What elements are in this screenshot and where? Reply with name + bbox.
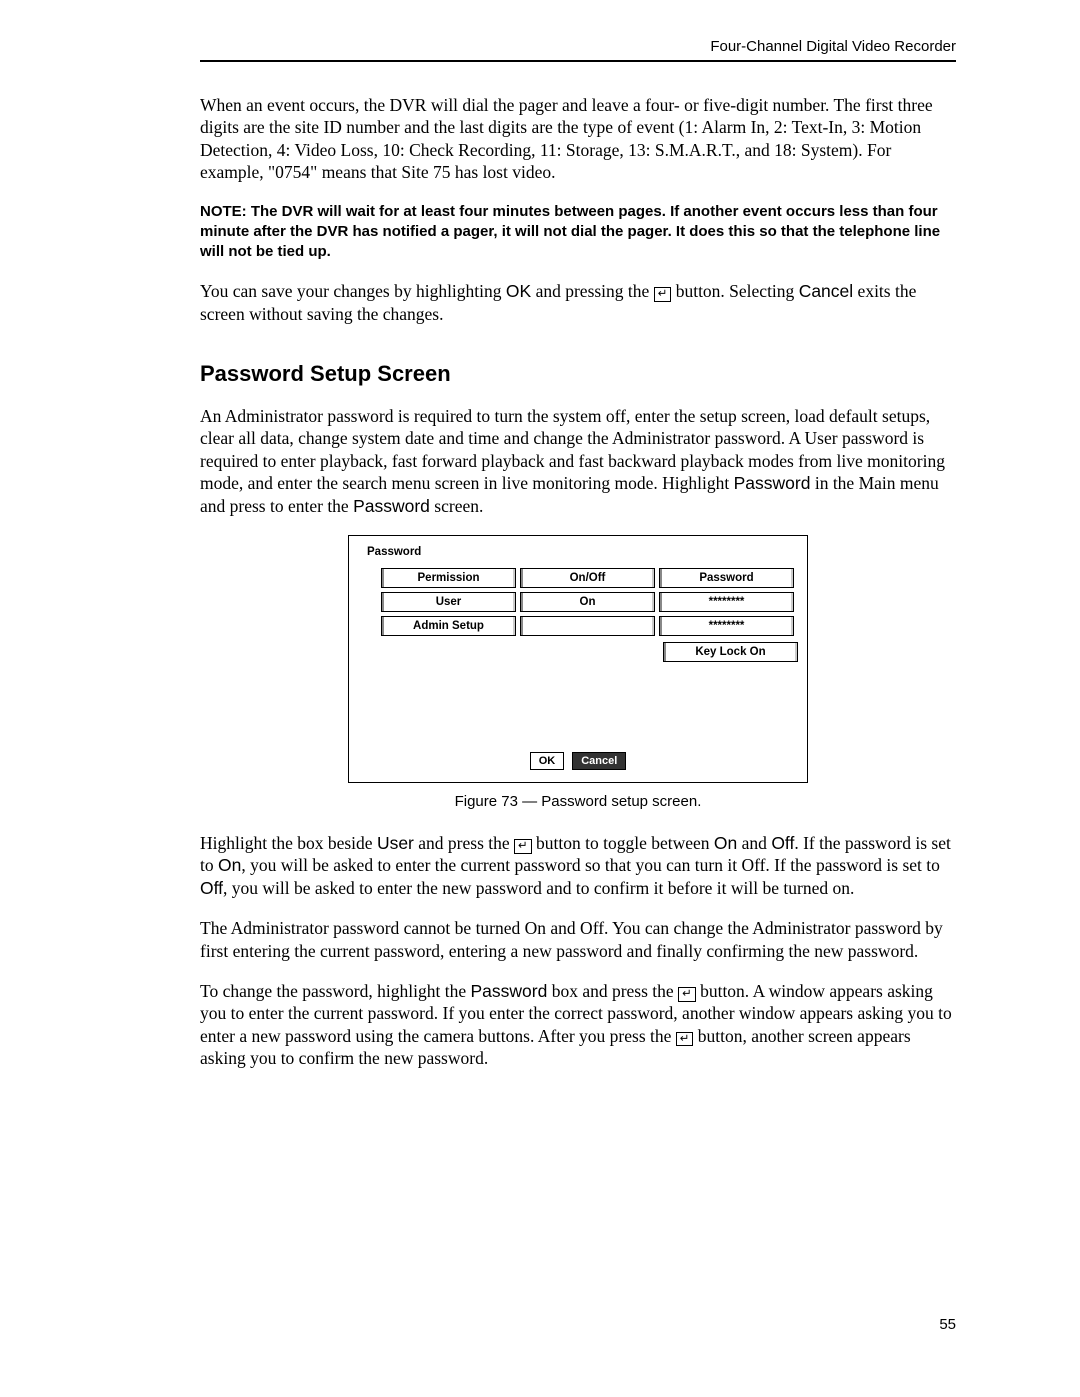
header-permission: Permission [381,568,516,588]
paragraph-admin-password: An Administrator password is required to… [200,405,956,517]
label-password: Password [734,473,811,493]
paragraph-user-toggle: Highlight the box beside User and press … [200,832,956,899]
enter-icon: ↵ [514,839,532,854]
heading-password-setup: Password Setup Screen [200,361,956,387]
text-fragment: and pressing the [531,281,653,301]
label-ok: OK [506,281,531,301]
text-fragment: button. Selecting [671,281,798,301]
text-fragment: Highlight the box beside [200,833,377,853]
label-on: On [714,833,737,853]
figure-password-screen: Password Permission On/Off Password User… [200,535,956,783]
label-off: Off [771,833,794,853]
password-table: Permission On/Off Password User On *****… [381,568,789,636]
paragraph-admin-change: The Administrator password cannot be tur… [200,917,956,962]
key-lock-button[interactable]: Key Lock On [663,642,798,662]
cell-admin-password[interactable]: ******** [659,616,794,636]
cell-user-password[interactable]: ******** [659,592,794,612]
label-password: Password [470,981,547,1001]
paragraph-change-password: To change the password, highlight the Pa… [200,980,956,1070]
text-fragment: button to toggle between [532,833,714,853]
page-number: 55 [939,1316,956,1333]
header-onoff: On/Off [520,568,655,588]
ok-button[interactable]: OK [530,752,565,770]
label-user: User [377,833,414,853]
label-on: On [218,855,241,875]
text-fragment: , you will be asked to enter the current… [241,855,940,875]
label-cancel: Cancel [799,281,853,301]
cell-user-permission[interactable]: User [381,592,516,612]
note-pager-wait: NOTE: The DVR will wait for at least fou… [200,202,956,263]
figure-title: Password [367,546,789,558]
enter-icon: ↵ [654,287,672,302]
enter-icon: ↵ [678,987,696,1002]
label-password: Password [353,496,430,516]
cell-admin-onoff [520,616,655,636]
text-fragment: To change the password, highlight the [200,981,470,1001]
cancel-button[interactable]: Cancel [572,752,626,770]
text-fragment: and press the [414,833,514,853]
cell-user-onoff[interactable]: On [520,592,655,612]
paragraph-event-pager: When an event occurs, the DVR will dial … [200,94,956,184]
cell-admin-permission[interactable]: Admin Setup [381,616,516,636]
figure-caption: Figure 73 — Password setup screen. [200,793,956,810]
text-fragment: screen. [430,496,483,516]
enter-icon: ↵ [676,1032,694,1047]
header-password: Password [659,568,794,588]
page-header: Four-Channel Digital Video Recorder [200,38,956,62]
text-fragment: , you will be asked to enter the new pas… [223,878,854,898]
text-fragment: and [737,833,771,853]
paragraph-save-changes: You can save your changes by highlightin… [200,280,956,325]
label-off: Off [200,878,223,898]
text-fragment: box and press the [547,981,678,1001]
text-fragment: You can save your changes by highlightin… [200,281,506,301]
